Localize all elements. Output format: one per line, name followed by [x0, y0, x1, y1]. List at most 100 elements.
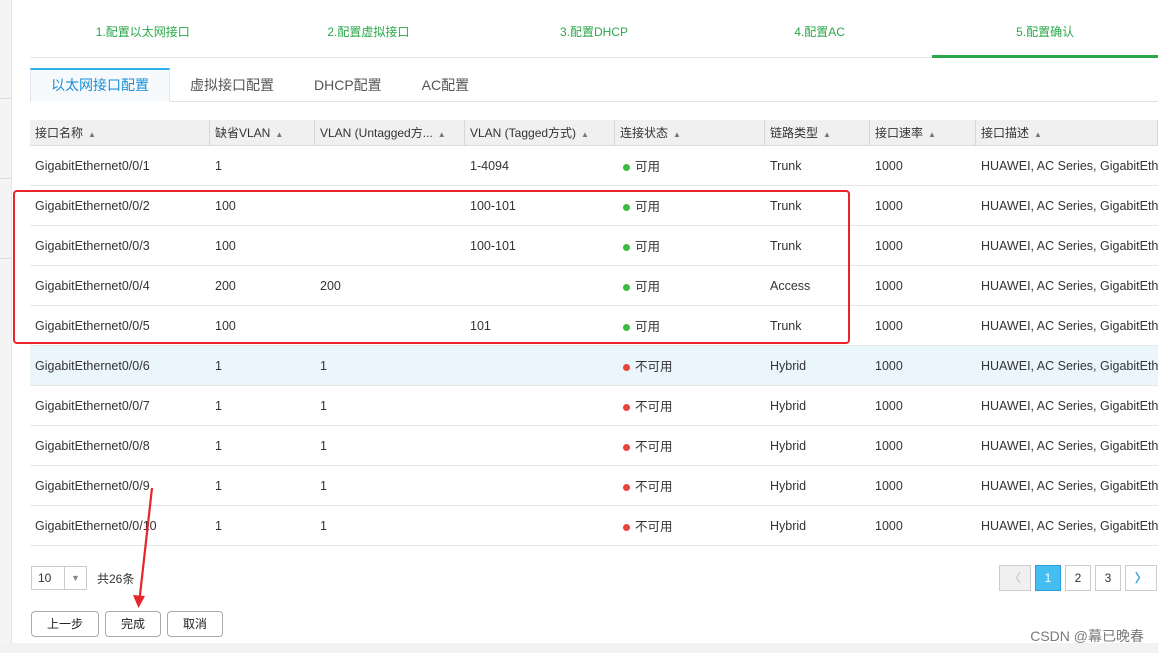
- prev-page-button[interactable]: 〈: [999, 565, 1031, 591]
- sort-up-icon: ▲: [1034, 130, 1042, 139]
- step-3[interactable]: 3.配置DHCP: [481, 10, 707, 57]
- tab-dhcp[interactable]: DHCP配置: [294, 68, 402, 101]
- status-text: 可用: [635, 200, 661, 214]
- cell-default-vlan: 100: [215, 198, 236, 213]
- status-dot-icon: [623, 483, 630, 491]
- status-dot-icon: [623, 363, 630, 371]
- status-dot-icon: [623, 243, 630, 251]
- cell-description: HUAWEI, AC Series, GigabitEth: [981, 478, 1158, 493]
- page-button-2[interactable]: 2: [1065, 565, 1091, 591]
- cancel-button[interactable]: 取消: [167, 611, 223, 637]
- cell-speed: 1000: [875, 158, 903, 173]
- column-header-untagged[interactable]: VLAN (Untagged方... ▲: [315, 120, 465, 145]
- cell-interface-name: GigabitEthernet0/0/1: [35, 158, 150, 173]
- column-header-name[interactable]: 接口名称 ▲: [30, 120, 210, 145]
- status-text: 可用: [635, 240, 661, 254]
- tab-virtual[interactable]: 虚拟接口配置: [170, 68, 294, 101]
- sort-up-icon: ▲: [823, 130, 831, 139]
- cell-interface-name: GigabitEthernet0/0/5: [35, 318, 150, 333]
- status-dot-icon: [623, 163, 630, 171]
- cell-link-type: Trunk: [770, 318, 802, 333]
- cell-link-type: Hybrid: [770, 438, 807, 453]
- status-text: 可用: [635, 280, 661, 294]
- cell-interface-name: GigabitEthernet0/0/7: [35, 398, 150, 413]
- finish-button[interactable]: 完成: [105, 611, 161, 637]
- prev-step-button[interactable]: 上一步: [31, 611, 99, 637]
- cell-link-type: Trunk: [770, 158, 802, 173]
- table-row[interactable]: GigabitEthernet0/0/6 1 1 不可用 Hybrid 1000 HUAWE…: [30, 346, 1158, 386]
- cell-description: HUAWEI, AC Series, GigabitEth: [981, 198, 1158, 213]
- status-dot-icon: [623, 203, 630, 211]
- cell-vlan-tagged: 101: [470, 318, 491, 333]
- column-label: VLAN (Tagged方式): [470, 126, 577, 140]
- page-button-1[interactable]: 1: [1035, 565, 1061, 591]
- table-row[interactable]: GigabitEthernet0/0/1 1 1-4094 可用 Trunk 1000 HU…: [30, 146, 1158, 186]
- column-label: 接口描述: [981, 126, 1030, 140]
- cell-default-vlan: 1: [215, 478, 222, 493]
- chevron-left-icon: 〈: [1008, 571, 1021, 585]
- wizard-actions: 上一步 完成 取消: [31, 611, 223, 637]
- cell-link-type: Hybrid: [770, 518, 807, 533]
- table-row[interactable]: GigabitEthernet0/0/9 1 1 不可用 Hybrid 1000 HUAWE…: [30, 466, 1158, 506]
- status-dot-icon: [623, 323, 630, 331]
- page-button-3[interactable]: 3: [1095, 565, 1121, 591]
- cell-speed: 1000: [875, 438, 903, 453]
- cell-connection-status: 不可用: [615, 516, 765, 535]
- sort-up-icon: ▲: [673, 130, 681, 139]
- table-row[interactable]: GigabitEthernet0/0/10 1 1 不可用 Hybrid 1000 HUAW…: [30, 506, 1158, 546]
- column-label: 链路类型: [770, 126, 819, 140]
- table-row[interactable]: GigabitEthernet0/0/4 200 200 可用 Access 1000 HU…: [30, 266, 1158, 306]
- cell-description: HUAWEI, AC Series, GigabitEth: [981, 158, 1158, 173]
- cell-default-vlan: 1: [215, 158, 222, 173]
- cell-vlan-untagged: 1: [320, 438, 327, 453]
- cell-interface-name: GigabitEthernet0/0/10: [35, 518, 157, 533]
- column-header-link-type[interactable]: 链路类型 ▲: [765, 120, 870, 145]
- cell-link-type: Trunk: [770, 238, 802, 253]
- cell-vlan-untagged: 1: [320, 398, 327, 413]
- status-text: 不可用: [635, 400, 673, 414]
- total-count: 共26条: [97, 571, 135, 586]
- cell-speed: 1000: [875, 318, 903, 333]
- cell-interface-name: GigabitEthernet0/0/8: [35, 438, 150, 453]
- wizard-steps: 1.配置以太网接口 2.配置虚拟接口 3.配置DHCP 4.配置AC 5.配置确…: [30, 10, 1158, 58]
- cell-interface-name: GigabitEthernet0/0/2: [35, 198, 150, 213]
- column-label: 连接状态: [620, 126, 669, 140]
- column-header-description[interactable]: 接口描述 ▲: [976, 120, 1158, 145]
- status-text: 不可用: [635, 360, 673, 374]
- status-text: 不可用: [635, 480, 673, 494]
- cell-connection-status: 可用: [615, 156, 765, 175]
- cell-connection-status: 可用: [615, 276, 765, 295]
- step-1[interactable]: 1.配置以太网接口: [30, 10, 256, 57]
- column-header-speed[interactable]: 接口速率 ▲: [870, 120, 976, 145]
- column-header-tagged[interactable]: VLAN (Tagged方式) ▲: [465, 120, 615, 145]
- cell-link-type: Hybrid: [770, 478, 807, 493]
- cell-default-vlan: 1: [215, 518, 222, 533]
- column-label: 缺省VLAN: [215, 126, 271, 140]
- cell-default-vlan: 1: [215, 438, 222, 453]
- column-label: 接口名称: [35, 126, 84, 140]
- column-header-status[interactable]: 连接状态 ▲: [615, 120, 765, 145]
- cell-speed: 1000: [875, 518, 903, 533]
- table-row[interactable]: GigabitEthernet0/0/5 100 101 可用 Trunk 1000 HUA…: [30, 306, 1158, 346]
- cell-vlan-untagged: 1: [320, 478, 327, 493]
- cell-description: HUAWEI, AC Series, GigabitEth: [981, 278, 1158, 293]
- cell-speed: 1000: [875, 478, 903, 493]
- next-page-button[interactable]: 〉: [1125, 565, 1157, 591]
- status-text: 可用: [635, 320, 661, 334]
- step-2[interactable]: 2.配置虚拟接口: [256, 10, 482, 57]
- sort-up-icon: ▲: [928, 130, 936, 139]
- table-row[interactable]: GigabitEthernet0/0/3 100 100-101 可用 Trunk 100…: [30, 226, 1158, 266]
- step-5[interactable]: 5.配置确认: [932, 10, 1158, 58]
- table-row[interactable]: GigabitEthernet0/0/2 100 100-101 可用 Trunk 100…: [30, 186, 1158, 226]
- table-row[interactable]: GigabitEthernet0/0/8 1 1 不可用 Hybrid 1000 HUAWE…: [30, 426, 1158, 466]
- step-4[interactable]: 4.配置AC: [707, 10, 933, 57]
- tab-ethernet[interactable]: 以太网接口配置: [30, 68, 170, 102]
- table-row[interactable]: GigabitEthernet0/0/7 1 1 不可用 Hybrid 1000 HUAWE…: [30, 386, 1158, 426]
- cell-speed: 1000: [875, 398, 903, 413]
- column-header-pvid[interactable]: 缺省VLAN ▲: [210, 120, 315, 145]
- status-dot-icon: [623, 283, 630, 291]
- cell-vlan-tagged: 1-4094: [470, 158, 509, 173]
- tab-ac[interactable]: AC配置: [402, 68, 489, 101]
- page-size-select[interactable]: 10 ▼: [31, 566, 87, 590]
- chevron-down-icon[interactable]: ▼: [64, 567, 86, 589]
